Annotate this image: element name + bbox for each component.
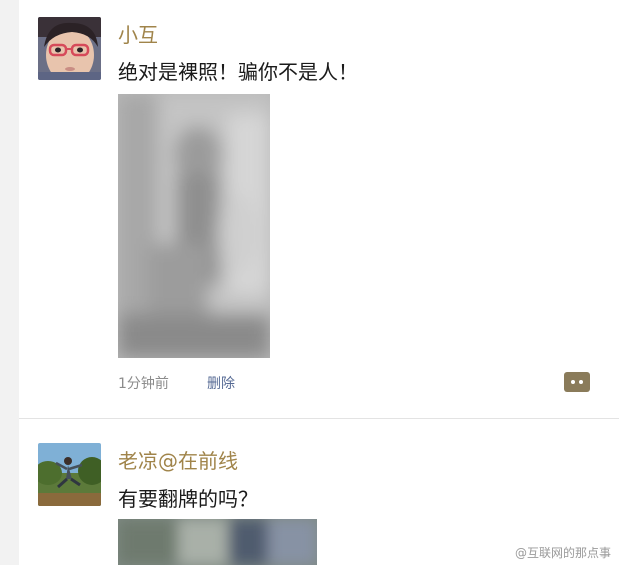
post-photo[interactable] xyxy=(118,519,317,565)
blurred-photo xyxy=(118,519,317,565)
girl-with-glasses-avatar xyxy=(38,17,101,80)
comment-bubble-icon[interactable] xyxy=(564,372,590,392)
dot xyxy=(571,380,575,384)
delete-link[interactable]: 删除 xyxy=(207,373,235,393)
moment-post: 小互 绝对是裸照！骗你不是人！ 1分钟前 删除 xyxy=(19,0,619,418)
post-time: 1分钟前 xyxy=(118,376,169,392)
dot xyxy=(579,380,583,384)
blurred-photo xyxy=(118,94,270,358)
avatar[interactable] xyxy=(38,17,101,80)
post-text: 有要翻牌的吗？ xyxy=(118,487,258,511)
username[interactable]: 老凉@在前线 xyxy=(118,445,238,474)
outdoor-jump-avatar xyxy=(38,443,101,506)
post-text: 绝对是裸照！骗你不是人！ xyxy=(118,60,358,84)
avatar[interactable] xyxy=(38,443,101,506)
watermark: @互联网的那点事 xyxy=(514,546,611,560)
post-photo[interactable] xyxy=(118,94,270,358)
username[interactable]: 小互 xyxy=(118,19,158,48)
